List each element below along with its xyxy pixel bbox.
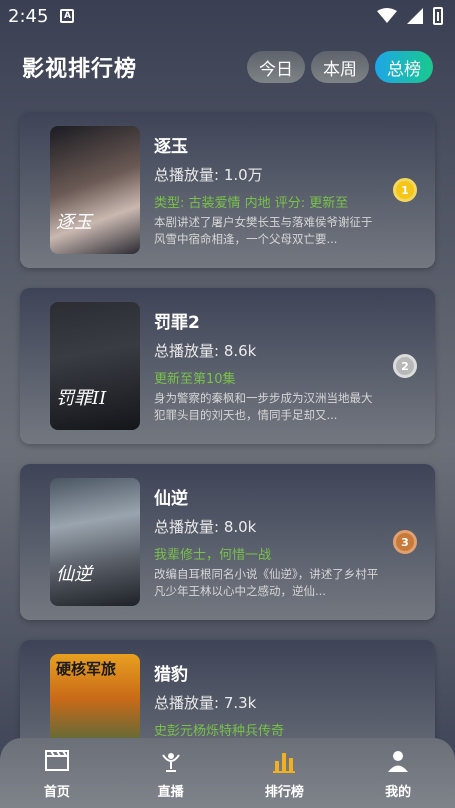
bottom-nav: 首页 直播 排行榜 我的: [0, 738, 455, 808]
ranking-list: 逐玉 逐玉 总播放量: 1.0万 类型: 古装爱情 内地 评分: 更新至 本剧讲…: [20, 112, 435, 808]
item-plays: 总播放量: 8.6k: [154, 342, 257, 360]
item-desc: 身为警察的秦枫和一步步成为汉洲当地最大犯罪头目的刘天也，情同手足却又...: [154, 391, 373, 422]
status-time: 2:45: [8, 5, 49, 27]
rank-badge-silver: 2: [393, 354, 417, 378]
signal-icon: [407, 8, 423, 24]
tab-all-time[interactable]: 总榜: [375, 51, 433, 83]
item-tag: 类型: 古装爱情 内地 评分: 更新至: [154, 196, 349, 211]
rank-badge-gold: 1: [393, 178, 417, 202]
poster-title: 逐玉: [56, 212, 92, 233]
ranking-card[interactable]: 仙逆 仙逆 总播放量: 8.0k 我辈修士，何惜一战 改编自耳根同名小说《仙逆》…: [20, 464, 435, 620]
wifi-icon: [377, 8, 397, 23]
poster-title: 硬核军旅: [56, 660, 117, 678]
item-info: 逐玉 总播放量: 1.0万 类型: 古装爱情 内地 评分: 更新至 本剧讲述了屠…: [154, 132, 382, 248]
nav-live[interactable]: 直播: [126, 747, 216, 800]
item-title: 逐玉: [154, 137, 188, 157]
nav-ranking[interactable]: 排行榜: [239, 747, 329, 800]
user-icon: [388, 750, 409, 772]
item-tag: 我辈修士，何惜一战: [154, 548, 272, 563]
ranking-card[interactable]: 逐玉 逐玉 总播放量: 1.0万 类型: 古装爱情 内地 评分: 更新至 本剧讲…: [20, 112, 435, 268]
item-desc: 改编自耳根同名小说《仙逆》，讲述了乡村平凡少年王林以心中之感动，逆仙...: [154, 567, 379, 598]
poster-title: 罚罪II: [56, 388, 107, 409]
item-info: 仙逆 总播放量: 8.0k 我辈修士，何惜一战 改编自耳根同名小说《仙逆》，讲述…: [154, 484, 382, 600]
poster-image: 罚罪II: [50, 302, 140, 430]
item-plays: 总播放量: 7.3k: [154, 694, 257, 712]
tab-today[interactable]: 今日: [247, 51, 305, 83]
tab-week[interactable]: 本周: [311, 51, 369, 83]
nav-profile-label: 我的: [385, 784, 412, 800]
bar-chart-icon: [273, 752, 296, 773]
item-desc: 本剧讲述了屠户女樊长玉与落难侯爷谢征于风雪中宿命相逢，一个父母双亡要...: [154, 215, 373, 246]
item-info: 猎豹 总播放量: 7.3k 史彭元杨烁特种兵传奇: [154, 660, 382, 740]
item-title: 仙逆: [154, 489, 188, 509]
poster-image: 逐玉: [50, 126, 140, 254]
nav-home-label: 首页: [43, 784, 70, 800]
header: 影视排行榜 今日 本周 总榜: [0, 44, 455, 90]
page-title: 影视排行榜: [22, 57, 138, 82]
nav-ranking-label: 排行榜: [264, 784, 304, 800]
ranking-card[interactable]: 罚罪II 罚罪2 总播放量: 8.6k 更新至第10集 身为警察的秦枫和一步步成…: [20, 288, 435, 444]
nav-live-label: 直播: [157, 784, 184, 800]
battery-icon: [433, 7, 443, 25]
nav-home[interactable]: 首页: [12, 747, 102, 800]
poster-image: 仙逆: [50, 478, 140, 606]
item-plays: 总播放量: 8.0k: [154, 518, 257, 536]
item-tag: 史彭元杨烁特种兵传奇: [154, 724, 285, 739]
status-bar: 2:45 A: [0, 0, 455, 32]
rank-badge-bronze: 3: [393, 530, 417, 554]
live-broadcast-icon: [161, 752, 180, 772]
item-title: 罚罪2: [154, 313, 200, 333]
ranking-tabs: 今日 本周 总榜: [247, 51, 433, 83]
item-tag: 更新至第10集: [154, 372, 236, 387]
nav-profile[interactable]: 我的: [353, 747, 443, 800]
item-info: 罚罪2 总播放量: 8.6k 更新至第10集 身为警察的秦枫和一步步成为汉洲当地…: [154, 308, 382, 424]
notification-a-icon: A: [60, 9, 75, 23]
status-icons: [377, 7, 443, 25]
item-plays: 总播放量: 1.0万: [154, 166, 263, 184]
poster-title: 仙逆: [56, 564, 92, 585]
item-title: 猎豹: [154, 665, 188, 685]
clapperboard-icon: [44, 749, 69, 771]
